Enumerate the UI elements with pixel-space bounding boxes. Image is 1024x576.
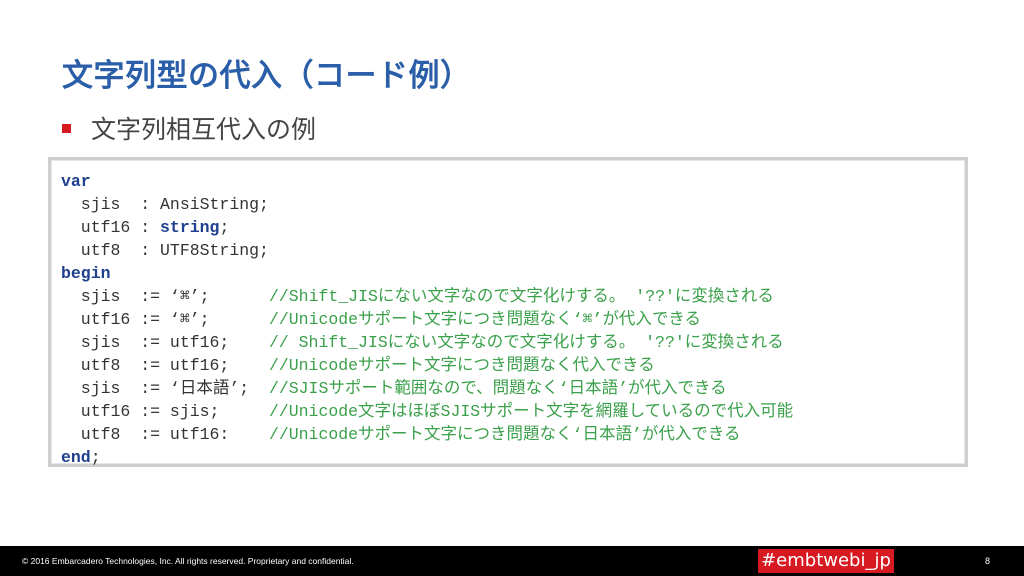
bullet-text: 文字列相互代入の例 — [91, 115, 317, 144]
code-line-1: var — [61, 170, 793, 193]
code-keyword: begin — [61, 264, 111, 283]
code-line-13: end; — [61, 446, 793, 469]
code-line-8: sjis := utf16; // Shift_JISにない文字なので文字化けす… — [61, 331, 793, 354]
code-keyword: end — [61, 448, 91, 467]
page-number: 8 — [985, 556, 991, 566]
code-keyword: var — [61, 172, 91, 191]
code-text: utf8 := utf16: — [61, 425, 269, 444]
code-comment: //Shift_JISにない文字なので文字化けする。 '??'に変換される — [268, 287, 774, 306]
code-line-11: utf16 := sjis; //Unicode文字はほぼSJISサポート文字を… — [61, 400, 793, 423]
code-text: utf16 := ‘⌘’; — [61, 310, 269, 329]
bullet-item: 文字列相互代入の例 — [62, 110, 316, 146]
slide-title: 文字列型の代入（コード例） — [62, 58, 472, 94]
code-comment: // Shift_JISにない文字なので文字化けする。 '??'に変換される — [268, 333, 784, 352]
code-line-2: sjis : AnsiString; — [61, 195, 269, 214]
code-text: ; — [219, 218, 230, 237]
code-comment: //Unicodeサポート文字につき問題なく代入できる — [268, 356, 655, 375]
code-listing: var sjis : AnsiString; utf16 : string; u… — [61, 170, 793, 469]
code-comment: //Unicode文字はほぼSJISサポート文字を網羅しているので代入可能 — [268, 402, 794, 421]
hashtag-badge: #embtwebi_jp — [758, 549, 894, 573]
code-line-4: utf8 : UTF8String; — [61, 241, 269, 260]
code-keyword: string — [160, 218, 220, 237]
bullet-square-icon — [62, 123, 71, 133]
code-block: var sjis : AnsiString; utf16 : string; u… — [48, 157, 968, 467]
code-text: utf16 : — [61, 218, 161, 237]
code-comment: //Unicodeサポート文字につき問題なく‘⌘’が代入できる — [268, 310, 701, 329]
code-text: utf8 := utf16; — [61, 356, 269, 375]
code-text: sjis := ‘日本語’; — [61, 379, 269, 398]
code-text: sjis := utf16; — [61, 333, 269, 352]
code-text: utf16 := sjis; — [61, 402, 269, 421]
code-text: sjis := ‘⌘’; — [61, 287, 269, 306]
code-line-7: utf16 := ‘⌘’; //Unicodeサポート文字につき問題なく‘⌘’が… — [61, 308, 793, 331]
code-line-10: sjis := ‘日本語’; //SJISサポート範囲なので、問題なく‘日本語’… — [61, 377, 793, 400]
code-line-9: utf8 := utf16; //Unicodeサポート文字につき問題なく代入で… — [61, 354, 793, 377]
code-line-12: utf8 := utf16: //Unicodeサポート文字につき問題なく‘日本… — [61, 423, 793, 446]
code-comment: //SJISサポート範囲なので、問題なく‘日本語’が代入できる — [268, 379, 727, 398]
code-line-6: sjis := ‘⌘’; //Shift_JISにない文字なので文字化けする。 … — [61, 285, 793, 308]
code-text: ; — [90, 448, 101, 467]
code-comment: //Unicodeサポート文字につき問題なく‘日本語’が代入できる — [268, 425, 741, 444]
code-line-3: utf16 : string; — [61, 216, 793, 239]
footer-copyright: © 2016 Embarcadero Technologies, Inc. Al… — [22, 556, 354, 566]
code-line-5: begin — [61, 262, 793, 285]
